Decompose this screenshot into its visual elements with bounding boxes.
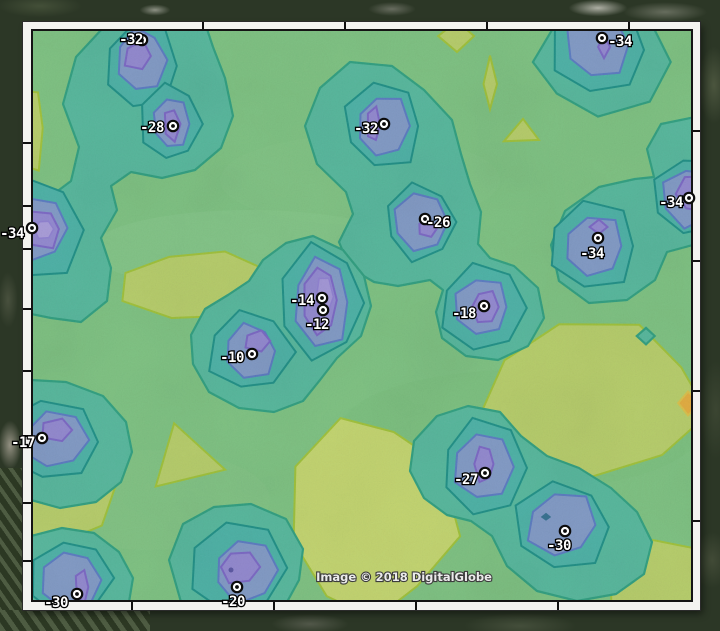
measurement-label: -20 <box>221 594 245 610</box>
measurement-marker[interactable] <box>316 292 329 305</box>
measurement-label: -30 <box>44 595 68 611</box>
measurement-label: -30 <box>547 538 571 554</box>
signal-heatmap-overlay: -32 -28 -32 -26 -34 -34 -34 -34 -14 -12 -10 -18 -17 -… <box>0 0 720 631</box>
measurement-label: -27 <box>454 472 478 488</box>
measurement-label: -34 <box>608 34 632 50</box>
measurement-label: -18 <box>452 306 476 322</box>
measurement-marker[interactable] <box>246 348 259 361</box>
measurement-marker[interactable] <box>592 232 605 245</box>
measurement-label: -26 <box>426 215 450 231</box>
measurement-label: -34 <box>0 226 24 242</box>
measurement-marker[interactable] <box>596 32 609 45</box>
measurement-marker[interactable] <box>26 222 39 235</box>
measurement-label: -28 <box>140 120 164 136</box>
measurement-marker[interactable] <box>71 588 84 601</box>
measurement-marker[interactable] <box>317 304 330 317</box>
map-attribution: Image © 2018 DigitalGlobe <box>316 570 492 584</box>
measurement-label: -34 <box>659 195 683 211</box>
measurement-label: -14 <box>290 293 314 309</box>
measurement-label: -32 <box>354 121 378 137</box>
measurement-label: -12 <box>305 317 329 333</box>
measurement-marker[interactable] <box>478 300 491 313</box>
measurement-marker[interactable] <box>479 467 492 480</box>
measurement-marker[interactable] <box>683 192 696 205</box>
measurement-label: -34 <box>580 246 604 262</box>
measurement-marker[interactable] <box>231 581 244 594</box>
measurement-label: -10 <box>220 350 244 366</box>
map-viewport[interactable]: -32 -28 -32 -26 -34 -34 -34 -34 -14 -12 -10 -18 -17 -… <box>0 0 720 631</box>
contour-layers <box>0 10 720 629</box>
measurement-marker[interactable] <box>36 432 49 445</box>
measurement-label: -32 <box>119 32 143 48</box>
measurement-marker[interactable] <box>167 120 180 133</box>
measurement-marker[interactable] <box>559 525 572 538</box>
measurement-label: -17 <box>11 435 35 451</box>
measurement-marker[interactable] <box>378 118 391 131</box>
